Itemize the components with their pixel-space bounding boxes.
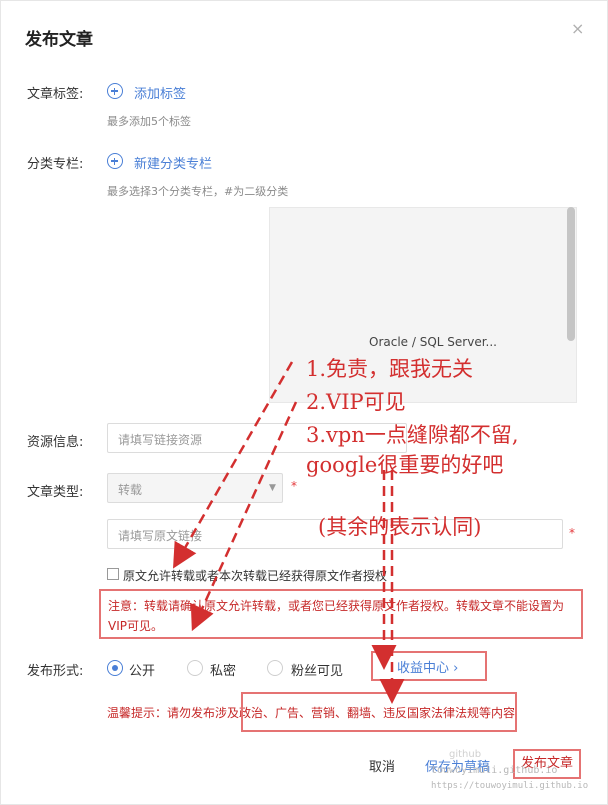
category-list-item[interactable]: Oracle / SQL Server... xyxy=(369,335,497,349)
category-list-scrollbar[interactable] xyxy=(567,207,575,341)
annotation-line-5: (其余的表示认同) xyxy=(318,515,482,539)
tags-hint: 最多添加5个标签 xyxy=(107,115,191,128)
article-type-select[interactable]: 转载 xyxy=(107,473,283,503)
annotation-line-2: 2.VIP可见 xyxy=(306,390,406,414)
annotation-line-3: 3.vpn一点缝隙都不留, xyxy=(306,423,519,447)
resource-label: 资源信息: xyxy=(27,435,84,450)
radio-private-label: 私密 xyxy=(210,664,237,679)
add-category-icon[interactable] xyxy=(107,153,123,169)
category-hint: 最多选择3个分类专栏，#为二级分类 xyxy=(107,185,289,198)
radio-public[interactable] xyxy=(107,660,123,676)
article-type-label: 文章类型: xyxy=(27,485,84,500)
income-center-link[interactable]: 收益中心 › xyxy=(397,657,458,676)
watermark-url: https://touwoyimuli.github.io xyxy=(431,781,589,791)
publish-article-dialog: 发布文章 × 文章标签: 添加标签 最多添加5个标签 分类专栏: 新建分类专栏 … xyxy=(0,0,608,805)
tip-highlight xyxy=(241,692,517,732)
watermark-github: github xyxy=(449,749,482,760)
publish-form-label: 发布形式: xyxy=(27,664,84,679)
authorization-checkbox[interactable] xyxy=(107,568,119,580)
close-icon[interactable]: × xyxy=(571,19,584,38)
dialog-title: 发布文章 xyxy=(25,30,93,50)
required-mark: * xyxy=(291,479,297,493)
cancel-button[interactable]: 取消 xyxy=(369,756,395,775)
radio-fans[interactable] xyxy=(267,660,283,676)
reprint-notice: 注意：转载请确认原文允许转载，或者您已经获得原文作者授权。转载文章不能设置为VI… xyxy=(99,589,583,639)
add-tag-link[interactable]: 添加标签 xyxy=(134,83,186,102)
add-category-link[interactable]: 新建分类专栏 xyxy=(134,153,212,172)
add-tag-icon[interactable] xyxy=(107,83,123,99)
annotation-line-1: 1.免责，跟我无关 xyxy=(306,357,474,381)
radio-private[interactable] xyxy=(187,660,203,676)
chevron-down-icon: ▼ xyxy=(269,483,276,493)
authorization-label: 原文允许转载或者本次转载已经获得原文作者授权 xyxy=(123,569,388,583)
radio-public-label: 公开 xyxy=(129,664,156,679)
annotation-line-4: google很重要的好吧 xyxy=(306,453,504,477)
required-mark-source: * xyxy=(569,526,575,540)
watermark-site: touwoyimuli.github.io xyxy=(431,765,558,776)
tags-label: 文章标签: xyxy=(27,87,84,102)
category-label: 分类专栏: xyxy=(27,157,84,172)
radio-fans-label: 粉丝可见 xyxy=(291,664,344,679)
